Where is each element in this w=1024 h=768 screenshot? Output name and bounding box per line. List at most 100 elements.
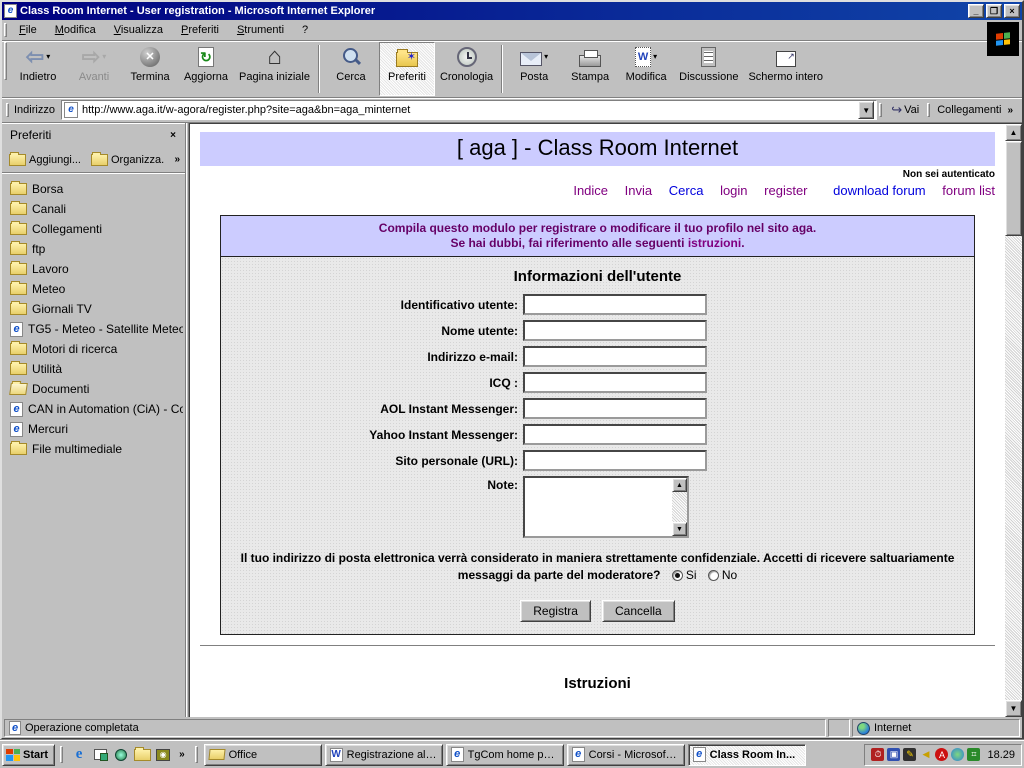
radio-no[interactable] — [708, 570, 719, 581]
channels-icon[interactable] — [113, 747, 129, 763]
note-textarea[interactable]: ▲ ▼ — [523, 476, 689, 538]
address-dropdown-icon[interactable]: ▼ — [858, 101, 874, 119]
display-icon[interactable]: ▣ — [887, 748, 900, 761]
scroll-down-icon[interactable]: ▼ — [672, 522, 687, 536]
task-corsi[interactable]: e Corsi - Microsoft In... — [567, 744, 685, 766]
forward-dropdown-icon[interactable]: ▾ — [102, 51, 106, 63]
addressbar-grip[interactable] — [6, 103, 9, 117]
favorite-item[interactable]: eMercuri — [4, 419, 183, 439]
scrollbar-thumb[interactable] — [1005, 141, 1022, 236]
scroll-up-icon[interactable]: ▲ — [1005, 124, 1022, 141]
taskbar-grip[interactable] — [195, 746, 198, 762]
register-button[interactable]: Registra — [520, 600, 591, 622]
website-input[interactable] — [523, 450, 707, 471]
favorites-button[interactable]: ✶ Preferiti — [379, 42, 435, 96]
favorite-item[interactable]: Motori di ricerca — [4, 339, 183, 359]
close-button[interactable]: × — [1004, 4, 1020, 18]
pen-icon[interactable]: ✎ — [903, 748, 916, 761]
edit-button[interactable]: W▾ Modifica — [618, 42, 674, 96]
mail-button[interactable]: ▾ Posta — [506, 42, 562, 96]
back-dropdown-icon[interactable]: ▾ — [46, 51, 50, 63]
quicklaunch-chevron-icon[interactable]: » — [176, 749, 188, 760]
nav-link-cerca[interactable]: Cerca — [669, 183, 704, 198]
edit-dropdown-icon[interactable]: ▾ — [653, 51, 657, 63]
ie-quicklaunch-icon[interactable]: e — [71, 747, 87, 763]
istruzioni-link[interactable]: istruzioni — [688, 236, 741, 250]
cancel-button[interactable]: Cancella — [602, 600, 675, 622]
task-tgcom[interactable]: e TgCom home pag... — [446, 744, 564, 766]
scroll-down-icon[interactable]: ▼ — [1005, 700, 1022, 717]
menu-favorites[interactable]: Preferiti — [172, 22, 228, 38]
favorite-item[interactable]: File multimediale — [4, 439, 183, 459]
tv-viewer-icon[interactable]: ◉ — [155, 747, 171, 763]
note-scrollbar[interactable]: ▲ ▼ — [672, 478, 687, 536]
task-office[interactable]: Office — [204, 744, 322, 766]
refresh-button[interactable]: ↻ Aggiorna — [178, 42, 234, 96]
menu-edit[interactable]: Modifica — [46, 22, 105, 38]
start-button[interactable]: Start — [2, 744, 55, 766]
back-button[interactable]: ⇦▾ Indietro — [10, 42, 66, 96]
history-button[interactable]: Cronologia — [435, 42, 498, 96]
minimize-button[interactable]: _ — [968, 4, 984, 18]
taskbar-grip[interactable] — [60, 746, 63, 762]
menu-view[interactable]: Visualizza — [105, 22, 172, 38]
menu-file[interactable]: File — [10, 22, 46, 38]
favorite-item[interactable]: Documenti — [4, 379, 183, 399]
menu-help[interactable]: ? — [293, 22, 317, 38]
folder-quicklaunch-icon[interactable] — [134, 747, 150, 763]
search-button[interactable]: Cerca — [323, 42, 379, 96]
favorite-item[interactable]: eCAN in Automation (CiA) - Co... — [4, 399, 183, 419]
favorite-item[interactable]: Giornali TV — [4, 299, 183, 319]
task-class-room-active[interactable]: e Class Room In... — [688, 744, 806, 766]
username-input[interactable] — [523, 320, 707, 341]
userid-input[interactable] — [523, 294, 707, 315]
nav-link-forum-list[interactable]: forum list — [942, 183, 995, 198]
discuss-button[interactable]: Discussione — [674, 42, 743, 96]
menu-tools[interactable]: Strumenti — [228, 22, 293, 38]
menubar-grip[interactable] — [4, 23, 7, 37]
globe-tray-icon[interactable] — [951, 748, 964, 761]
scroll-up-icon[interactable]: ▲ — [672, 478, 687, 492]
links-grip[interactable] — [927, 103, 930, 117]
email-input[interactable] — [523, 346, 707, 367]
organize-favorites-button[interactable]: Organizza. — [88, 152, 167, 168]
task-word-registrazione[interactable]: W Registrazione al c... — [325, 744, 443, 766]
favorite-item[interactable]: Borsa — [4, 179, 183, 199]
home-button[interactable]: ⌂ Pagina iniziale — [234, 42, 315, 96]
page-scrollbar[interactable]: ▲ ▼ — [1005, 124, 1022, 717]
favorite-item[interactable]: Lavoro — [4, 259, 183, 279]
fullscreen-button[interactable]: Schermo intero — [743, 42, 828, 96]
network-icon[interactable]: ⌗ — [967, 748, 980, 761]
favorite-item[interactable]: eTG5 - Meteo - Satellite Meteo... — [4, 319, 183, 339]
nav-link-invia[interactable]: Invia — [625, 183, 652, 198]
favorites-chevron-icon[interactable]: » — [171, 154, 183, 165]
nav-link-download-forum[interactable]: download forum — [833, 183, 926, 198]
favorite-item[interactable]: Utilità — [4, 359, 183, 379]
favorite-item[interactable]: Meteo — [4, 279, 183, 299]
nav-link-register[interactable]: register — [764, 183, 807, 198]
scrollbar-track[interactable] — [1005, 236, 1022, 700]
icq-input[interactable] — [523, 372, 707, 393]
scheduler-icon[interactable]: ⏱ — [871, 748, 884, 761]
address-input[interactable] — [78, 103, 858, 117]
yahoo-input[interactable] — [523, 424, 707, 445]
volume-icon[interactable]: ◀ — [919, 748, 932, 761]
links-bar[interactable]: Collegamenti » — [933, 104, 1020, 116]
nav-link-login[interactable]: login — [720, 183, 747, 198]
mail-dropdown-icon[interactable]: ▾ — [544, 51, 548, 63]
stop-button[interactable]: ✕ Termina — [122, 42, 178, 96]
forward-button[interactable]: ⇨▾ Avanti — [66, 42, 122, 96]
clock[interactable]: 18.29 — [987, 749, 1015, 761]
links-chevron-icon[interactable]: » — [1004, 105, 1016, 116]
radio-yes[interactable] — [672, 570, 683, 581]
favorite-item[interactable]: Canali — [4, 199, 183, 219]
print-button[interactable]: Stampa — [562, 42, 618, 96]
favorite-item[interactable]: Collegamenti — [4, 219, 183, 239]
toolbar-grip[interactable] — [4, 42, 7, 80]
go-button[interactable]: ↪ Vai — [885, 102, 925, 118]
favorite-item[interactable]: ftp — [4, 239, 183, 259]
restore-button[interactable]: ❐ — [986, 4, 1002, 18]
aol-input[interactable] — [523, 398, 707, 419]
nav-link-indice[interactable]: Indice — [573, 183, 608, 198]
ati-icon[interactable]: A — [935, 748, 948, 761]
